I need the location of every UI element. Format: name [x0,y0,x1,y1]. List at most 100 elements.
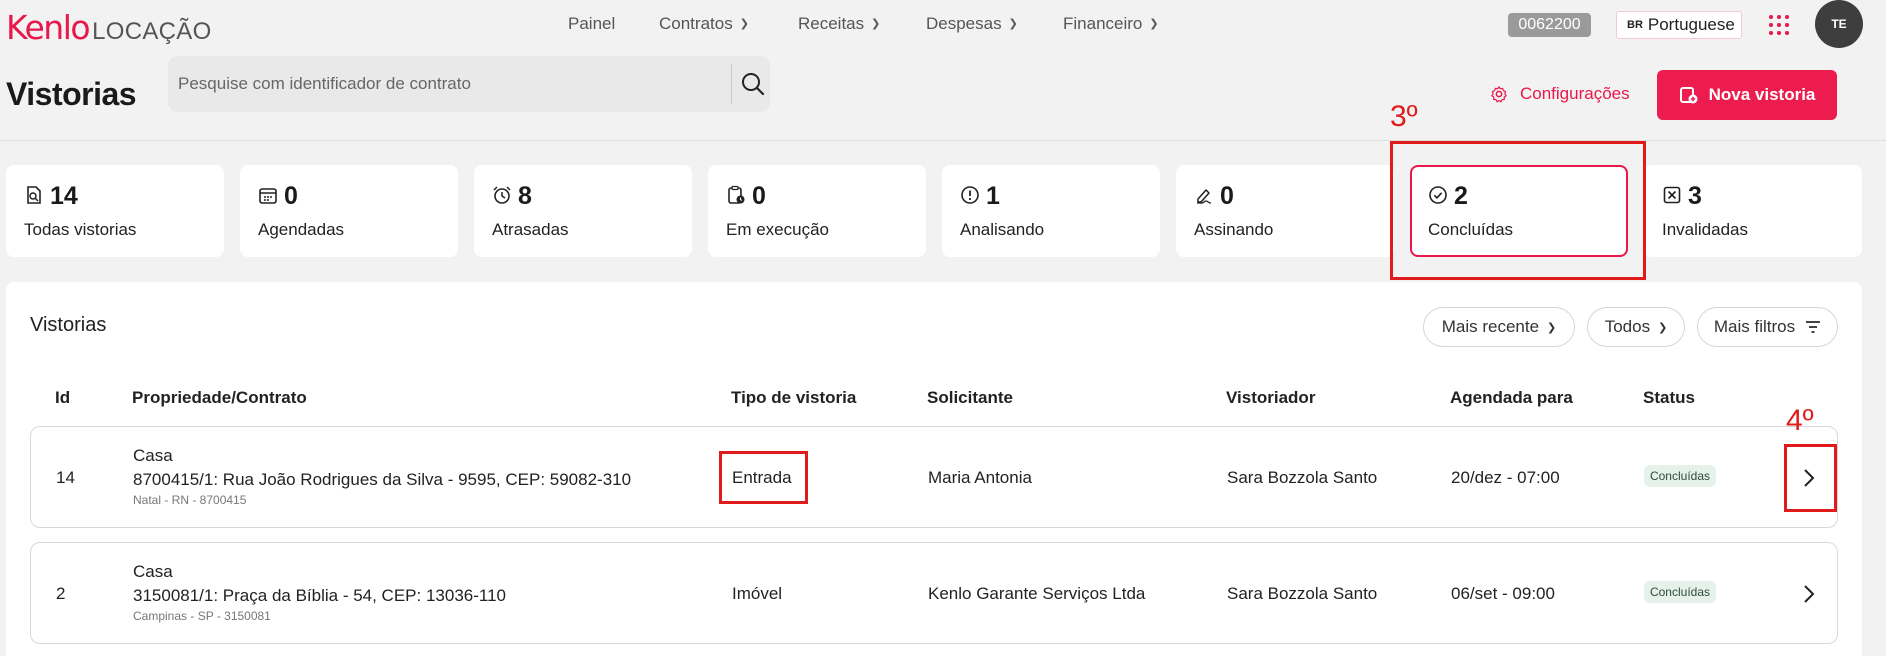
filter-lines-icon [1806,321,1821,333]
filter-dropdown[interactable]: Todos ❯ [1587,307,1685,347]
column-header-id[interactable]: Id [55,388,70,408]
row-id: 2 [56,584,66,603]
nav-label: Contratos [659,14,733,33]
chevron-down-icon: ❯ [1547,321,1557,334]
row-inspector: Sara Bozzola Santo [1227,584,1378,603]
row-property-type: Casa [133,446,173,465]
gear-icon [1491,86,1507,103]
search-doc-icon [27,186,41,204]
row-contract: 8700415/1: Rua João Rodrigues da Silva -… [133,470,632,489]
row-contract: 3150081/1: Praça da Bíblia - 54, CEP: 13… [133,586,506,605]
annotation-box-tipo [719,451,808,504]
stat-card-todas[interactable]: 14 Todas vistorias [6,165,224,257]
annotation-step-4: 4º [1786,404,1814,437]
nav-item-financeiro[interactable]: Financeiro ❯ [1063,14,1159,34]
stat-label: Assinando [1194,220,1274,239]
pen-sign-icon [1197,189,1212,204]
search-button[interactable] [738,69,768,99]
row-id: 14 [56,468,75,487]
flag-br-icon: BR [1627,19,1643,31]
alert-circle-icon [961,186,979,204]
list-title: Vistorias [30,314,107,336]
stat-label: Invalidadas [1662,220,1749,239]
user-avatar[interactable]: TE [1815,0,1863,48]
language-selector[interactable]: BR Portuguese [1616,11,1742,39]
chevron-down-icon: ❯ [1658,321,1668,334]
x-square-icon [1663,186,1681,204]
stat-label: Em execução [726,220,829,239]
search-icon [742,73,765,96]
annotation-box-concluidas [1390,141,1646,280]
table-row[interactable]: 14 Casa 8700415/1: Rua João Rodrigues da… [30,426,1838,528]
house-plus-icon [1679,87,1698,104]
chevron-down-icon: ❯ [871,17,881,30]
stat-card-agendadas[interactable]: 0 Agendadas [240,165,458,257]
nav-item-despesas[interactable]: Despesas ❯ [926,14,1018,34]
status-badge: Concluídas [1644,581,1716,603]
sort-dropdown[interactable]: Mais recente ❯ [1423,307,1575,347]
new-inspection-label: Nova vistoria [1708,85,1816,104]
logo-sub-text: LOCAÇÃO [92,18,212,45]
column-header-status[interactable]: Status [1643,388,1695,408]
table-row[interactable]: 2 Casa 3150081/1: Praça da Bíblia - 54, … [30,542,1838,644]
stat-card-analisando[interactable]: 1 Analisando [942,165,1160,257]
stat-value: 1 [986,182,1000,210]
filter-label: Todos [1604,317,1651,336]
search-bar [168,56,770,112]
annotation-step-3: 3º [1390,100,1418,133]
nav-label: Receitas [798,14,865,33]
stat-label: Atrasadas [492,220,569,239]
stat-card-assinando[interactable]: 0 Assinando [1176,165,1394,257]
stat-value: 14 [50,182,78,210]
row-scheduled: 20/dez - 07:00 [1451,468,1560,487]
nav-item-contratos[interactable]: Contratos ❯ [659,14,749,34]
logo-main-text: Kenlo [6,8,91,47]
status-badge: Concluídas [1644,465,1716,487]
row-requester: Kenlo Garante Serviços Ltda [928,584,1146,603]
chevron-right-icon[interactable] [1801,583,1817,605]
column-header-inspector[interactable]: Vistoriador [1226,388,1315,408]
column-header-requester[interactable]: Solicitante [927,388,1013,408]
alarm-clock-icon [493,186,511,204]
calendar-icon [259,188,277,204]
stat-card-atrasadas[interactable]: 8 Atrasadas [474,165,692,257]
column-header-property[interactable]: Propriedade/Contrato [132,388,307,408]
page-title: Vistorias [6,76,137,112]
account-code-badge: 0062200 [1508,13,1591,37]
stat-value: 3 [1688,182,1702,210]
stat-value: 0 [284,182,298,210]
row-property-type: Casa [133,562,173,581]
nav-item-receitas[interactable]: Receitas ❯ [798,14,880,34]
stat-card-em-execucao[interactable]: 0 Em execução [708,165,926,257]
settings-label: Configurações [1520,84,1630,103]
apps-grid-icon[interactable] [1769,15,1789,35]
nav-item-painel[interactable]: Painel [568,14,615,34]
more-filters-label: Mais filtros [1713,317,1796,336]
row-location: Campinas - SP - 3150081 [133,609,271,623]
stat-label: Agendadas [258,220,345,239]
column-header-type[interactable]: Tipo de vistoria [731,388,856,408]
annotation-box-open-row [1784,444,1837,512]
row-inspector: Sara Bozzola Santo [1227,468,1378,487]
sort-label: Mais recente [1441,317,1540,336]
search-input[interactable] [178,66,738,102]
stat-value: 0 [1220,182,1234,210]
row-scheduled: 06/set - 09:00 [1451,584,1555,603]
nav-label: Painel [568,14,616,33]
stat-label: Todas vistorias [24,220,137,239]
row-requester: Maria Antonia [928,468,1032,487]
more-filters-button[interactable]: Mais filtros [1697,307,1838,347]
nav-label: Financeiro [1063,14,1143,33]
column-header-scheduled[interactable]: Agendada para [1450,388,1573,408]
search-divider [731,64,732,104]
stat-label: Analisando [960,220,1045,239]
row-location: Natal - RN - 8700415 [133,493,247,507]
new-inspection-button[interactable]: Nova vistoria [1657,70,1837,120]
row-type: Imóvel [732,584,783,603]
kenlo-logo[interactable]: Kenlo LOCAÇÃO [6,8,212,47]
chevron-down-icon: ❯ [1149,17,1159,30]
chevron-down-icon: ❯ [1008,17,1018,30]
settings-link[interactable]: Configurações [1490,84,1630,104]
stat-card-invalidadas[interactable]: 3 Invalidadas [1644,165,1862,257]
stat-value: 8 [518,182,532,210]
